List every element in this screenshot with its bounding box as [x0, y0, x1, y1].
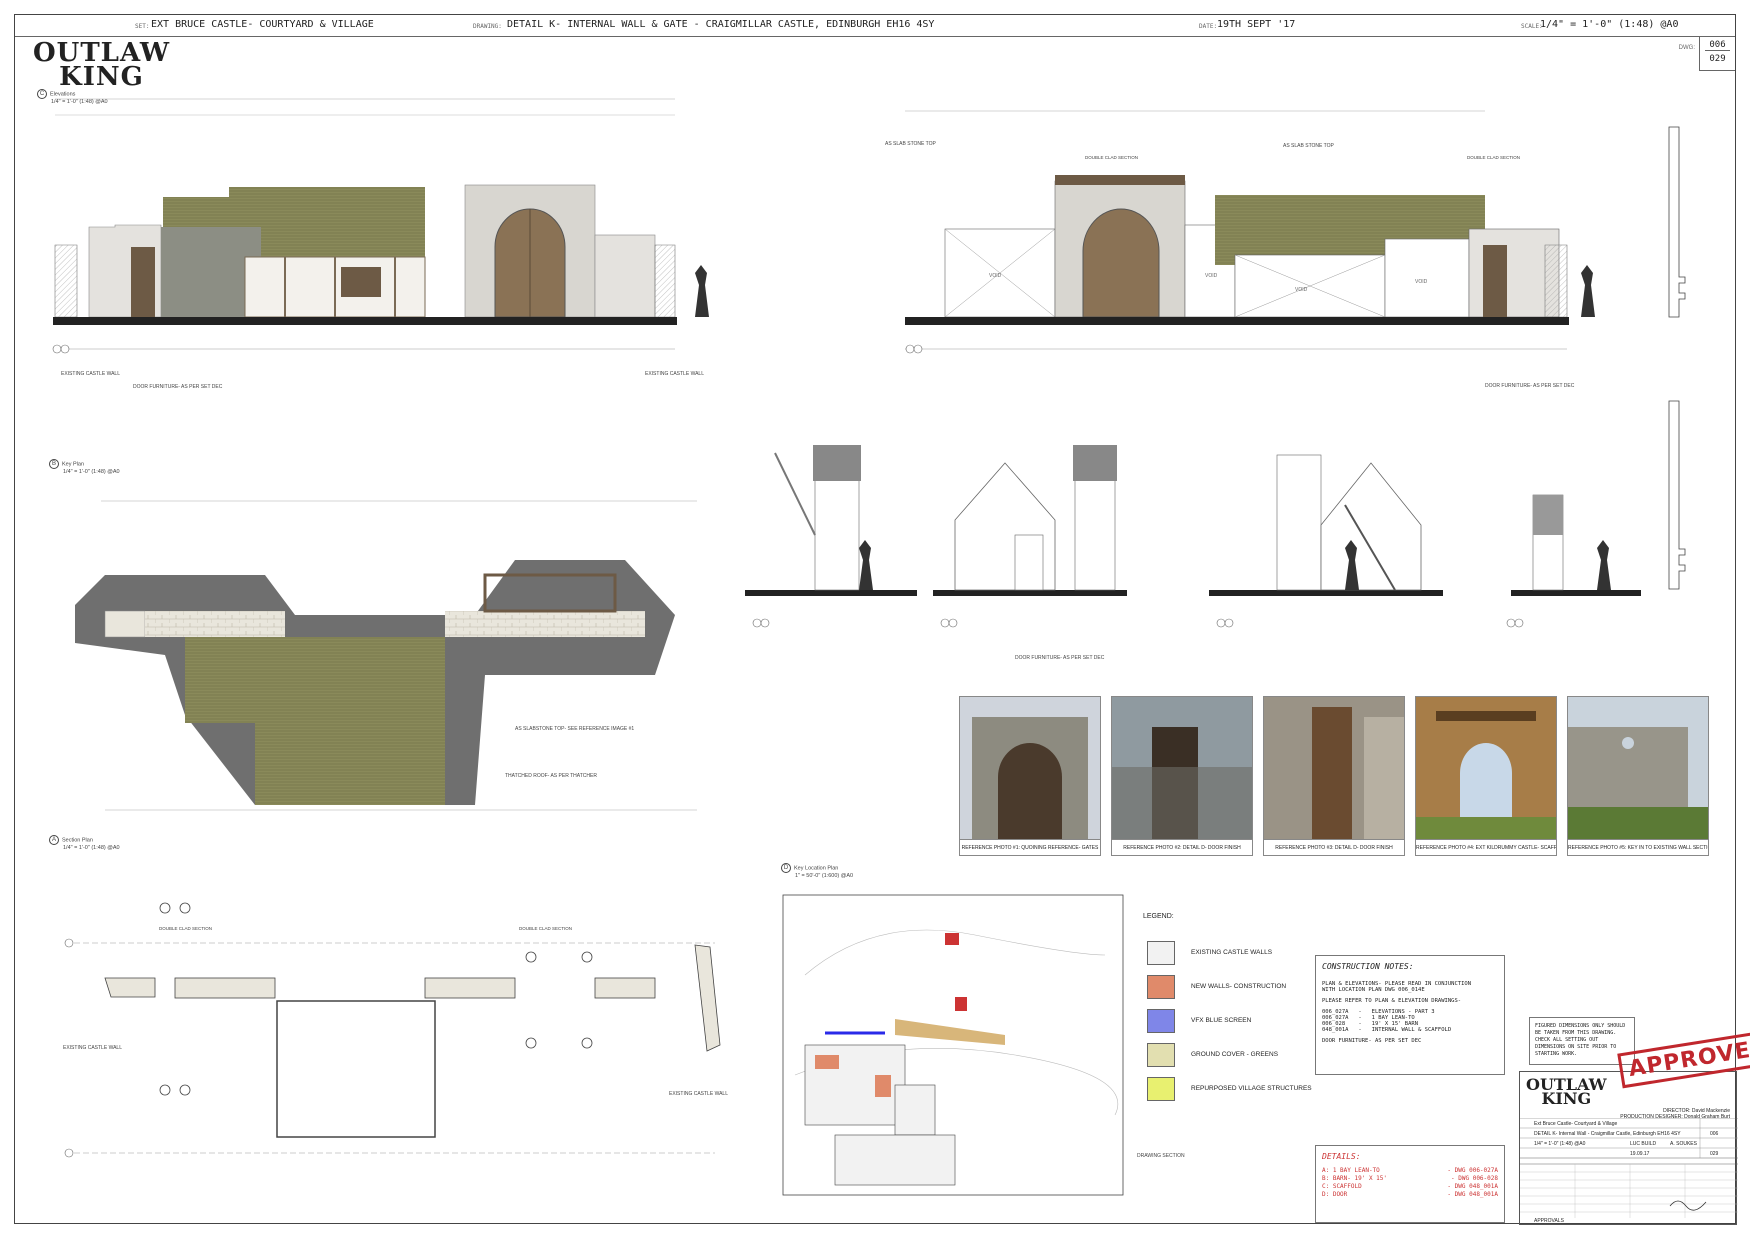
logo-line2: KING	[1541, 1089, 1592, 1108]
photo-caption: REFERENCE PHOTO #2: DETAIL D- DOOR FINIS…	[1112, 839, 1252, 855]
label-double-clad-plan-2: DOUBLE CLAD SECTION	[519, 926, 572, 931]
tb-set: Ext Bruce Castle- Courtyard & Village	[1534, 1121, 1618, 1127]
drawing-sheet: SET: EXT BRUCE CASTLE- COURTYARD & VILLA…	[14, 14, 1750, 1225]
section-plan: EXISTING CASTLE WALL EXISTING CASTLE WAL…	[63, 902, 728, 1158]
reference-photo-1: REFERENCE PHOTO #1: QUOINING REFERENCE- …	[959, 696, 1101, 856]
notes-line: PLEASE REFER TO PLAN & ELEVATION DRAWING…	[1322, 998, 1462, 1004]
photo-door-finish-1	[1112, 697, 1252, 840]
details-title: DETAILS:	[1322, 1152, 1361, 1161]
construction-notes: CONSTRUCTION NOTES: PLAN & ELEVATIONS- P…	[1315, 955, 1505, 1075]
label-void-2: VOID	[1205, 273, 1218, 279]
key-plan: AS SLABSTONE TOP- SEE REFERENCE IMAGE #1…	[75, 500, 697, 811]
label-double-clad-2: DOUBLE CLAD SECTION	[1467, 155, 1520, 160]
tb-scale: 1/4" = 1'-0" (1:48) @A0	[1534, 1141, 1586, 1147]
photo-caption: REFERENCE PHOTO #5: KEY IN TO EXISTING W…	[1568, 839, 1708, 855]
tb-approvals: APPROVALS	[1534, 1218, 1564, 1224]
legend-swatch	[1147, 1009, 1175, 1033]
tb-drawn-by: LUC BUILD	[1630, 1141, 1657, 1147]
key-location-plan: DRAWING SECTION	[782, 894, 1185, 1196]
reference-photo-2: REFERENCE PHOTO #2: DETAIL D- DOOR FINIS…	[1111, 696, 1253, 856]
label-slab-stone-top-2: AS SLAB STONE TOP	[1283, 143, 1335, 149]
label-drawing-section: DRAWING SECTION	[1137, 1153, 1185, 1159]
detail-ref: - DWG 006-028	[1451, 1175, 1498, 1182]
detail-item: A: 1 BAY LEAN-TO	[1322, 1167, 1380, 1174]
label-existing-castle-wall-left: EXISTING CASTLE WALL	[61, 371, 120, 377]
legend-swatch	[1147, 941, 1175, 965]
legend-label: REPURPOSED VILLAGE STRUCTURES	[1191, 1085, 1312, 1092]
tb-date: 19.09.17	[1630, 1151, 1650, 1157]
details-row: D: DOOR - DWG 048_001A	[1322, 1191, 1498, 1198]
detail-item: B: BARN- 19' X 15'	[1322, 1175, 1388, 1182]
reference-photo-5: REFERENCE PHOTO #5: KEY IN TO EXISTING W…	[1567, 696, 1709, 856]
tb-dwg-no: 029	[1710, 1151, 1719, 1157]
photo-caption: REFERENCE PHOTO #4: EXT KILDRUMMY CASTLE…	[1416, 839, 1556, 855]
photo-door-finish-2	[1264, 697, 1404, 840]
label-slab-stone-top-1: AS SLAB STONE TOP	[885, 141, 937, 147]
tb-checked: A. SOUKES	[1670, 1141, 1697, 1147]
notes-line: 006_027A - ELEVATIONS - PART 3 006_027A …	[1322, 1009, 1452, 1033]
elevation-right: AS SLAB STONE TOP AS SLAB STONE TOP DOUB…	[885, 110, 1595, 389]
titleblock-logo: OUTLAW KING	[1526, 1077, 1607, 1108]
photo-caption: REFERENCE PHOTO #3: DETAIL D- DOOR FINIS…	[1264, 839, 1404, 855]
photo-kildrummy-scaffold	[1416, 697, 1556, 840]
detail-ref: - DWG 048_001A	[1447, 1191, 1498, 1198]
notes-title: CONSTRUCTION NOTES:	[1322, 962, 1414, 971]
photo-existing-wall-section	[1568, 697, 1708, 840]
details-row: C: SCAFFOLD - DWG 048_001A	[1322, 1183, 1498, 1190]
details-row: A: 1 BAY LEAN-TO - DWG 006-027A	[1322, 1167, 1498, 1174]
details-row: B: BARN- 19' X 15' - DWG 006-028	[1322, 1175, 1498, 1182]
label-double-clad-plan-1: DOUBLE CLAD SECTION	[159, 926, 212, 931]
detail-ref: - DWG 048_001A	[1447, 1183, 1498, 1190]
label-void-1: VOID	[989, 273, 1002, 279]
notes-line: DOOR FURNITURE- AS PER SET DEC	[1322, 1038, 1422, 1044]
notes-line: PLAN & ELEVATIONS- PLEASE READ IN CONJUN…	[1322, 981, 1472, 993]
legend-title: LEGEND:	[1143, 913, 1174, 920]
legend-label: VFX BLUE SCREEN	[1191, 1017, 1252, 1024]
tb-detail: DETAIL K- Internal Wall - Craigmillar Ca…	[1534, 1131, 1681, 1137]
reference-photo-4: REFERENCE PHOTO #4: EXT KILDRUMMY CASTLE…	[1415, 696, 1557, 856]
label-existing-castle-wall-right: EXISTING CASTLE WALL	[645, 371, 704, 377]
legend-swatch	[1147, 1043, 1175, 1067]
detail-item: C: SCAFFOLD	[1322, 1183, 1362, 1190]
details-box: DETAILS: A: 1 BAY LEAN-TO - DWG 006-027A …	[1315, 1145, 1505, 1223]
section-elevations: DOOR FURNITURE- AS PER SET DEC	[745, 445, 1641, 661]
label-existing-castle-wall-plan-right: EXISTING CASTLE WALL	[669, 1091, 728, 1097]
legend-swatch	[1147, 975, 1175, 999]
label-double-clad-1: DOUBLE CLAD SECTION	[1085, 155, 1138, 160]
legend-label: GROUND COVER - GREENS	[1191, 1051, 1279, 1058]
elevation-left: EXISTING CASTLE WALL EXISTING CASTLE WAL…	[52, 98, 709, 390]
photo-quoining-gates	[960, 697, 1100, 840]
legend-swatch	[1147, 1077, 1175, 1101]
label-void-4: VOID	[1415, 279, 1428, 285]
reference-photo-3: REFERENCE PHOTO #3: DETAIL D- DOOR FINIS…	[1263, 696, 1405, 856]
label-existing-castle-wall-plan-left: EXISTING CASTLE WALL	[63, 1045, 122, 1051]
label-slabstone-top: AS SLABSTONE TOP- SEE REFERENCE IMAGE #1	[515, 726, 634, 732]
detail-ref: - DWG 006-027A	[1447, 1167, 1498, 1174]
label-door-furniture-right: DOOR FURNITURE- AS PER SET DEC	[1485, 383, 1575, 389]
legend-label: EXISTING CASTLE WALLS	[1191, 949, 1273, 956]
label-void-3: VOID	[1295, 287, 1308, 293]
photo-caption: REFERENCE PHOTO #1: QUOINING REFERENCE- …	[960, 839, 1100, 855]
label-door-furniture-mid: DOOR FURNITURE- AS PER SET DEC	[1015, 655, 1105, 661]
title-block: OUTLAW KING DIRECTOR: David Mackenzie PR…	[1519, 1071, 1738, 1225]
label-thatched-roof: THATCHED ROOF- AS PER THATCHER	[505, 773, 597, 779]
scale-bar-1	[1668, 126, 1686, 590]
tb-set-no: 006	[1710, 1131, 1719, 1137]
detail-item: D: DOOR	[1322, 1191, 1348, 1198]
label-door-furniture: DOOR FURNITURE- AS PER SET DEC	[133, 384, 223, 390]
legend-label: NEW WALLS- CONSTRUCTION	[1191, 983, 1287, 990]
